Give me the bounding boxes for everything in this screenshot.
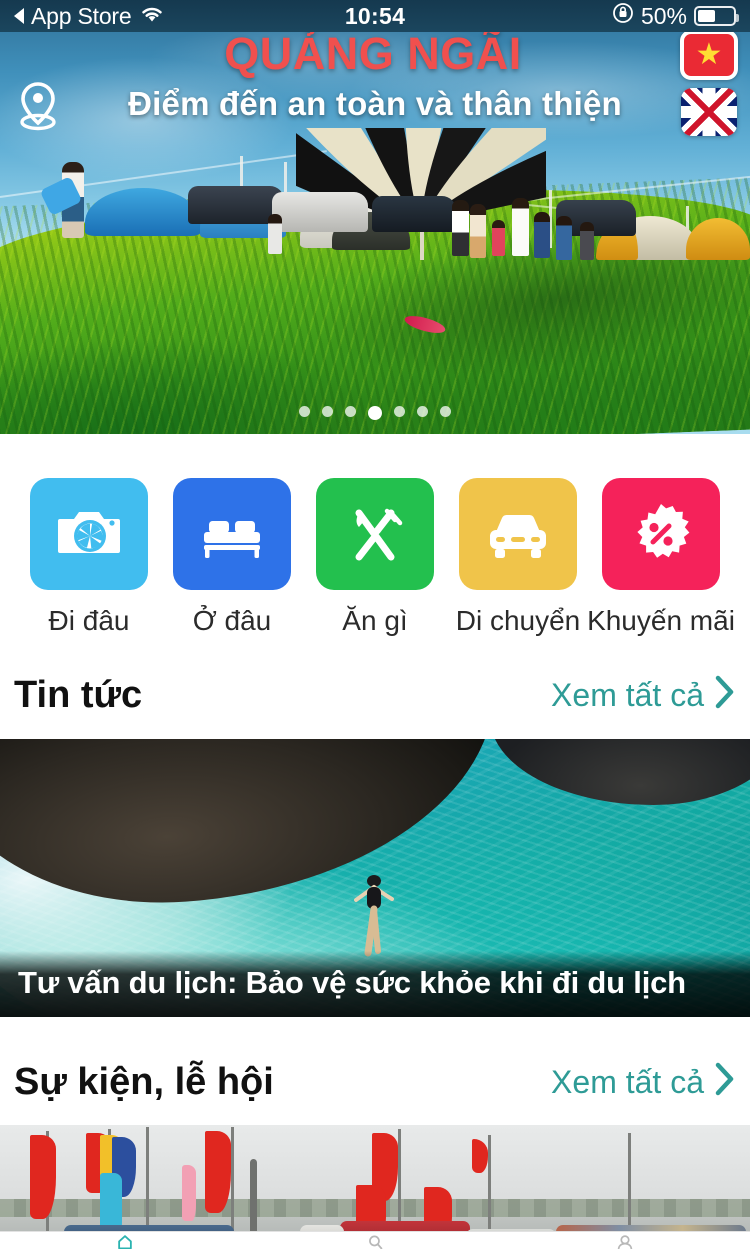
hero-person <box>268 214 282 254</box>
hero-person <box>512 198 529 256</box>
bottom-tab-bar <box>0 1231 750 1249</box>
news-section: Tin tức Xem tất cả Tư vấn du lịch: Bảo v… <box>0 659 750 1017</box>
carousel-dot[interactable] <box>417 406 428 417</box>
hero-car <box>372 196 456 232</box>
status-bar-right: 50% <box>612 2 739 30</box>
page-subtitle: Điểm đến an toàn và thân thiện <box>128 85 622 123</box>
user-icon <box>617 1235 633 1249</box>
events-section-header: Sự kiện, lễ hội Xem tất cả <box>0 1045 750 1119</box>
app-header: QUẢNG NGÃI Điểm đến an toàn và thân thiệ… <box>0 28 750 136</box>
tab-home[interactable] <box>0 1232 250 1249</box>
hero-person <box>556 216 572 260</box>
event-flag <box>30 1135 56 1219</box>
car-icon <box>490 515 546 558</box>
hero-person <box>580 222 594 260</box>
events-see-all-link[interactable]: Xem tất cả <box>551 1062 736 1102</box>
news-card[interactable]: Tư vấn du lịch: Bảo vệ sức khỏe khi đi d… <box>0 739 750 1017</box>
home-icon <box>118 1235 132 1249</box>
category-tile[interactable] <box>602 478 720 590</box>
carousel-dot[interactable] <box>440 406 451 417</box>
category-item-di-chuyen[interactable]: Di chuyển <box>447 478 589 659</box>
carousel-dot[interactable] <box>345 406 356 417</box>
carousel-dot[interactable] <box>394 406 405 417</box>
bed-icon <box>204 521 260 558</box>
battery-icon <box>694 6 739 26</box>
hero-car <box>272 192 368 232</box>
percent-badge-icon <box>637 504 690 558</box>
events-section-title: Sự kiện, lễ hội <box>14 1060 274 1103</box>
category-tile[interactable] <box>316 478 434 590</box>
news-see-all-link[interactable]: Xem tất cả <box>551 675 736 715</box>
category-item-khuyen-mai[interactable]: Khuyến mãi <box>587 478 735 659</box>
search-icon <box>369 1235 383 1249</box>
app-screen: QUẢNG NGÃI Điểm đến an toàn và thân thiệ… <box>0 0 750 1249</box>
hero-person <box>452 200 469 256</box>
star-icon: ★ <box>695 38 723 71</box>
tab-account[interactable] <box>500 1232 750 1249</box>
status-bar: App Store 10:54 50% <box>0 0 750 32</box>
chevron-right-icon <box>714 1062 736 1102</box>
cutlery-icon <box>355 508 403 561</box>
news-see-all-label: Xem tất cả <box>551 676 704 713</box>
category-row: Đi đâu Ở đâu Ăn gì Di chuyển Khuyến mãi <box>0 434 750 659</box>
status-bar-clock: 10:54 <box>344 2 406 29</box>
category-label: Ăn gì <box>342 605 408 636</box>
category-tile[interactable] <box>30 478 148 590</box>
carousel-dots[interactable] <box>0 406 750 420</box>
hero-carousel[interactable]: QUẢNG NGÃI Điểm đến an toàn và thân thiệ… <box>0 0 750 434</box>
status-bar-left: App Store <box>14 3 165 30</box>
news-section-title: Tin tức <box>14 673 143 716</box>
tab-search[interactable] <box>250 1232 500 1249</box>
page-title: QUẢNG NGÃI <box>224 28 522 79</box>
news-swimmer <box>352 869 394 957</box>
battery-percent-label: 50% <box>640 2 687 29</box>
category-item-di-dau[interactable]: Đi đâu <box>18 478 160 659</box>
flag-vietnam-button[interactable]: ★ <box>680 30 738 80</box>
category-item-o-dau[interactable]: Ở đâu <box>161 478 303 659</box>
map-pin-icon[interactable] <box>12 78 64 141</box>
hero-person <box>470 204 486 258</box>
category-label: Khuyến mãi <box>587 605 735 636</box>
language-switcher: ★ <box>680 30 738 136</box>
news-card-caption: Tư vấn du lịch: Bảo vệ sức khỏe khi đi d… <box>0 951 750 1017</box>
category-label: Di chuyển <box>455 605 581 636</box>
flag-uk-button[interactable] <box>681 88 737 136</box>
hero-person <box>534 212 550 258</box>
category-label: Đi đâu <box>48 605 130 636</box>
events-see-all-label: Xem tất cả <box>551 1063 704 1100</box>
chevron-right-icon <box>714 675 736 715</box>
news-section-header: Tin tức Xem tất cả <box>0 659 750 731</box>
event-flag <box>205 1131 231 1213</box>
hero-person <box>492 220 505 256</box>
category-label: Ở đâu <box>192 605 272 636</box>
rotation-lock-icon <box>612 2 634 30</box>
camera-icon <box>58 512 120 553</box>
category-item-an-gi[interactable]: Ăn gì <box>304 478 446 659</box>
wifi-icon <box>139 3 165 30</box>
carousel-dot[interactable] <box>322 406 333 417</box>
events-section: Sự kiện, lễ hội Xem tất cả <box>0 1045 750 1249</box>
carousel-dot[interactable] <box>299 406 310 417</box>
category-tile[interactable] <box>459 478 577 590</box>
event-flag <box>182 1165 196 1221</box>
back-app-label[interactable]: App Store <box>31 3 132 30</box>
carousel-dot-active[interactable] <box>368 406 382 420</box>
back-arrow-icon[interactable] <box>14 8 24 24</box>
category-tile[interactable] <box>173 478 291 590</box>
